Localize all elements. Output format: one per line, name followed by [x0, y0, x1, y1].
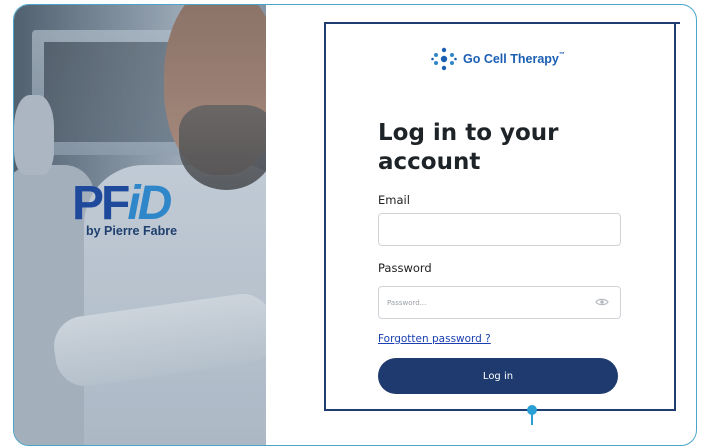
eye-icon[interactable]: [595, 297, 609, 307]
password-label: Password: [378, 261, 432, 275]
brand-logo: Go Cell Therapy™: [431, 46, 565, 72]
pin-marker-icon: [527, 405, 537, 425]
login-card: Go Cell Therapy™ Log in to your account …: [324, 22, 680, 411]
page-title: Log in to your account: [378, 120, 559, 175]
molecule-dots-icon: [431, 47, 457, 71]
brand-name: Go Cell Therapy™: [463, 52, 565, 66]
password-input[interactable]: [379, 287, 595, 318]
pfid-logo: PFiD by Pierre Fabre: [72, 180, 222, 239]
email-label: Email: [378, 193, 410, 207]
email-field[interactable]: [378, 213, 621, 246]
login-button[interactable]: Log in: [378, 358, 618, 394]
pfid-logo-subtitle: by Pierre Fabre: [86, 224, 178, 238]
email-input[interactable]: [379, 214, 595, 245]
hero-image: PFiD by Pierre Fabre: [14, 5, 266, 445]
password-field[interactable]: [378, 286, 621, 319]
forgot-password-link[interactable]: Forgotten password ?: [378, 333, 491, 345]
